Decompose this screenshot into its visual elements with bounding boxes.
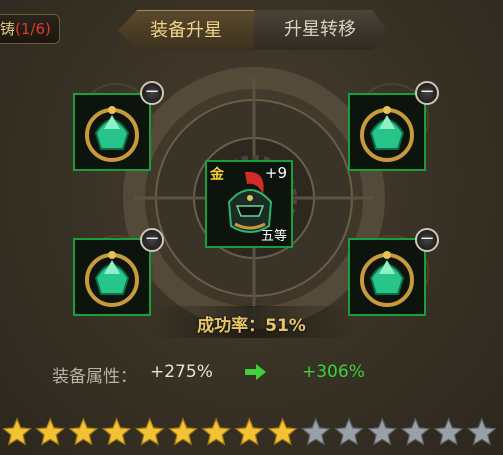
green-helmet-gem-icon	[360, 106, 414, 162]
star-rating	[2, 417, 497, 446]
green-helmet-gem-icon	[85, 251, 139, 307]
attribute-next: +306%	[302, 362, 365, 382]
star-filled-icon	[68, 417, 99, 446]
star-empty-icon	[301, 417, 331, 446]
tab-upstar-transfer[interactable]: 升星转移	[254, 10, 386, 50]
quality-badge: 金	[210, 167, 224, 183]
attribute-current: +275%	[150, 362, 213, 382]
item-grade: 五等	[260, 229, 287, 244]
remove-button-top-left[interactable]: −	[140, 81, 164, 105]
forge-label: 铸(1/6)	[0, 14, 60, 44]
star-filled-icon	[234, 417, 265, 446]
remove-button-top-right[interactable]: −	[415, 81, 439, 105]
star-filled-icon	[168, 417, 198, 446]
green-right-arrow-icon	[245, 364, 266, 380]
material-slot-bottom-left[interactable]	[73, 238, 151, 316]
remove-button-bottom-left[interactable]: −	[140, 228, 164, 252]
star-filled-icon	[201, 417, 231, 446]
star-empty-icon	[400, 417, 431, 446]
enhance-level: +9	[264, 164, 287, 182]
success-rate: 成功率：51%	[197, 316, 306, 336]
forge-count: (1/6)	[15, 20, 51, 38]
star-filled-icon	[135, 417, 165, 446]
material-slot-bottom-right[interactable]	[348, 238, 426, 316]
star-filled-icon	[101, 417, 132, 446]
material-slot-top-right[interactable]	[348, 93, 426, 171]
remove-button-bottom-right[interactable]: −	[415, 228, 439, 252]
star-empty-icon	[433, 417, 464, 446]
green-helmet-gem-icon	[360, 251, 414, 307]
star-filled-icon	[267, 417, 298, 446]
tab-equipment-upstar[interactable]: 装备升星	[118, 10, 254, 51]
star-empty-icon	[467, 417, 497, 446]
star-empty-icon	[334, 417, 364, 446]
star-filled-icon	[35, 417, 65, 446]
target-equipment-slot[interactable]: 金 +9 五等	[205, 160, 293, 248]
star-empty-icon	[367, 417, 397, 446]
green-helmet-gem-icon	[85, 106, 139, 162]
attribute-label: 装备属性：	[52, 367, 137, 387]
star-filled-icon	[2, 417, 32, 446]
material-slot-top-left[interactable]	[73, 93, 151, 171]
forge-label-text: 铸	[0, 20, 16, 38]
